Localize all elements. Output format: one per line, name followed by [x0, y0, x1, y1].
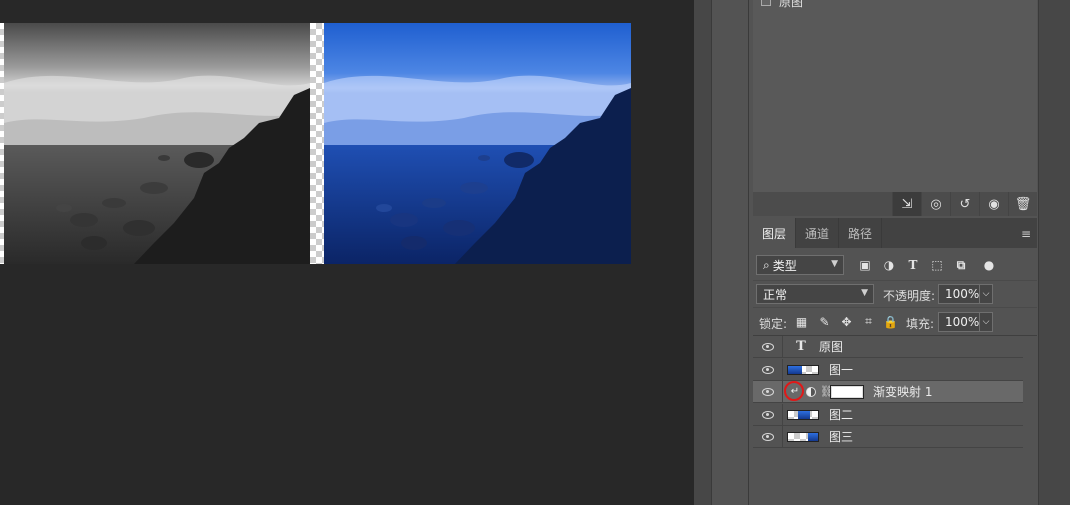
- lock-transparent-icon[interactable]: ▦: [794, 314, 809, 329]
- highlight-circle: [784, 380, 804, 401]
- clipping-mask-icon: ↵: [784, 380, 804, 401]
- layer-list: T 原图 图一 ↵ ⛓ 渐变映射 1 图二 图三: [753, 335, 1037, 505]
- canvas-area[interactable]: [0, 0, 694, 505]
- layer-row-selected[interactable]: ↵ ⛓ 渐变映射 1: [753, 380, 1023, 403]
- layer-thumbnail: [787, 409, 819, 420]
- layer-row[interactable]: T 原图: [753, 335, 1023, 358]
- filter-kind-select[interactable]: ⌕ 类型 ▼: [756, 255, 844, 275]
- fill-value: 100%: [945, 315, 980, 329]
- layer-name: 原图: [819, 340, 844, 354]
- grayscale-coast-photo: [4, 23, 310, 264]
- visibility-toggle[interactable]: [753, 403, 783, 426]
- lock-row: 锁定: ▦ ✎ ✥ ⌗ 🔒 填充: 100% ⌵: [753, 307, 1037, 334]
- search-icon: ⌕: [763, 257, 770, 272]
- text-layer-icon: T: [796, 339, 806, 354]
- layer-row[interactable]: 图一: [753, 358, 1023, 381]
- panel-menu-icon[interactable]: ≡: [1021, 227, 1031, 241]
- chevron-down-icon: ⌵: [982, 289, 990, 299]
- opacity-value: 100%: [945, 287, 980, 301]
- history-panel: 原图 ⇲ ◎ ↺ ◉ 🗑: [753, 0, 1037, 216]
- chevron-down-icon: ⌵: [982, 317, 990, 327]
- blend-mode-select[interactable]: 正常 ▼: [756, 284, 874, 304]
- history-source-checkbox[interactable]: [761, 0, 771, 6]
- gradient-map-adjustment-icon: [806, 386, 816, 397]
- layer-thumbnail: [787, 364, 819, 375]
- eye-icon: [761, 365, 774, 374]
- dock-divider: [694, 0, 712, 505]
- trash-icon[interactable]: 🗑: [1008, 192, 1037, 216]
- visibility-toggle[interactable]: [753, 380, 783, 403]
- history-list[interactable]: 原图: [753, 0, 1037, 192]
- opacity-slider-toggle[interactable]: ⌵: [979, 284, 993, 304]
- collapsed-panel-strip[interactable]: [713, 0, 749, 505]
- layer-thumbnail: [787, 431, 819, 442]
- history-snapshot-item[interactable]: 原图: [761, 0, 803, 9]
- type-filter-icon[interactable]: T: [905, 257, 921, 273]
- chevron-down-icon: ▼: [831, 259, 838, 269]
- blue-toned-coast-photo: [324, 23, 631, 264]
- new-document-from-state-icon[interactable]: ⇲: [892, 192, 921, 216]
- photoshop-window: 原图 ⇲ ◎ ↺ ◉ 🗑 图层 通道 路径 ≡ ⌕ 类型 ▼ ▣ ◑ T ⬚ ⧉…: [0, 0, 1070, 505]
- chevron-down-icon: ▼: [861, 288, 868, 298]
- opacity-input[interactable]: 100%: [938, 284, 980, 304]
- layer-name: 图三: [829, 430, 854, 444]
- link-icon[interactable]: ⛓: [820, 385, 834, 398]
- tab-layers[interactable]: 图层: [753, 218, 797, 248]
- tab-paths[interactable]: 路径: [839, 218, 883, 248]
- layer-name: 渐变映射 1: [873, 385, 933, 399]
- right-edge-strip: [1038, 0, 1070, 505]
- filter-toggle-icon[interactable]: ●: [981, 257, 997, 273]
- layer-name: 图一: [829, 363, 854, 377]
- panel-tabs: 图层 通道 路径: [753, 218, 1037, 248]
- layer-name: 图二: [829, 408, 854, 422]
- eye-icon: [761, 432, 774, 441]
- layer-row[interactable]: 图二: [753, 403, 1023, 426]
- blend-mode-label: 正常: [763, 287, 788, 302]
- history-item-label: 原图: [779, 0, 804, 9]
- lock-position-icon[interactable]: ✥: [839, 314, 854, 329]
- undo-icon[interactable]: ↺: [950, 192, 979, 216]
- lock-label: 锁定:: [759, 317, 788, 331]
- fill-input[interactable]: 100%: [938, 312, 980, 332]
- lock-artboard-icon[interactable]: ⌗: [861, 314, 876, 329]
- history-toolbar: ⇲ ◎ ↺ ◉ 🗑: [753, 192, 1037, 216]
- snapshot-icon[interactable]: ◎: [921, 192, 950, 216]
- document-canvas[interactable]: [0, 23, 631, 264]
- fill-label: 填充:: [906, 317, 935, 331]
- layer-row[interactable]: 图三: [753, 425, 1023, 448]
- eye-icon: [761, 342, 774, 351]
- fill-slider-toggle[interactable]: ⌵: [979, 312, 993, 332]
- filter-kind-label: 类型: [772, 258, 797, 273]
- transparent-gap: [310, 23, 324, 264]
- eye-icon: [761, 387, 774, 396]
- image-filter-icon[interactable]: ▣: [857, 257, 873, 273]
- layer-mask-thumbnail[interactable]: [830, 384, 864, 399]
- opacity-label: 不透明度:: [883, 289, 936, 303]
- layers-panel: 图层 通道 路径 ≡ ⌕ 类型 ▼ ▣ ◑ T ⬚ ⧉ ● 正常 ▼ 不透明度:: [753, 218, 1037, 505]
- layer-filter-row: ⌕ 类型 ▼ ▣ ◑ T ⬚ ⧉ ●: [753, 252, 1037, 278]
- tab-channels[interactable]: 通道: [796, 218, 840, 248]
- visibility-toggle[interactable]: [753, 335, 783, 358]
- visibility-toggle[interactable]: [753, 358, 783, 381]
- adjustment-filter-icon[interactable]: ◑: [881, 257, 897, 273]
- smart-object-filter-icon[interactable]: ⧉: [953, 257, 969, 273]
- shape-filter-icon[interactable]: ⬚: [929, 257, 945, 273]
- blend-row: 正常 ▼ 不透明度: 100% ⌵: [753, 280, 1037, 306]
- visibility-toggle[interactable]: [753, 425, 783, 448]
- eye-icon: [761, 410, 774, 419]
- lock-all-icon[interactable]: 🔒: [883, 314, 898, 329]
- lock-image-icon[interactable]: ✎: [817, 314, 832, 329]
- eye-icon[interactable]: ◉: [979, 192, 1008, 216]
